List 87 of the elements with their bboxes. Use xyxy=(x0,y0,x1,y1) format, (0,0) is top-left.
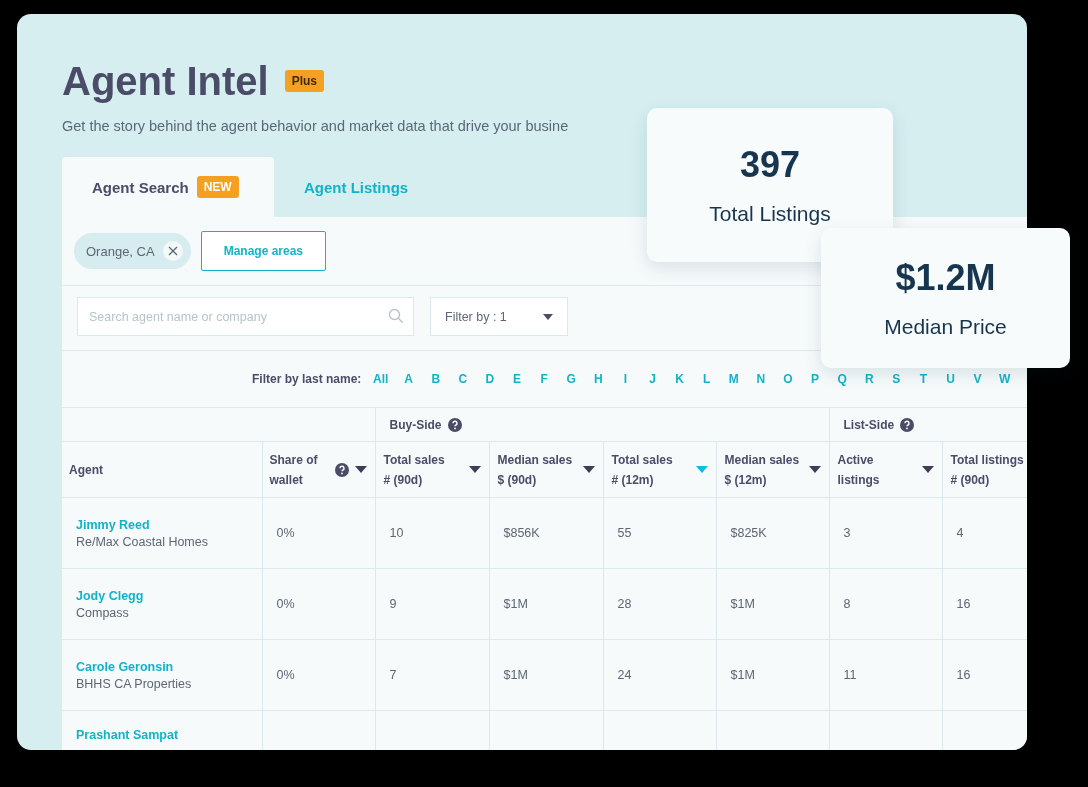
table-cell: 28 xyxy=(617,597,632,611)
column-header: Median sales $ (90d) xyxy=(497,451,573,489)
letter-link[interactable]: All xyxy=(372,372,389,386)
table-cell: 0% xyxy=(276,668,295,682)
letter-link[interactable]: C xyxy=(456,372,470,386)
letter-link[interactable]: R xyxy=(862,372,876,386)
table-cell: 4 xyxy=(956,526,964,540)
table-cell: 16 xyxy=(956,597,971,611)
table-cell: 11 xyxy=(843,668,857,682)
sort-caret-icon[interactable] xyxy=(468,466,481,473)
letter-link[interactable]: P xyxy=(808,372,822,386)
table-cell: 0% xyxy=(276,526,295,540)
letter-link[interactable]: G xyxy=(564,372,578,386)
plan-badge: Plus xyxy=(284,70,324,92)
sort-caret-icon[interactable] xyxy=(354,466,367,473)
letter-link[interactable]: Q xyxy=(835,372,849,386)
sort-caret-icon[interactable] xyxy=(921,466,934,473)
column-header: Total listings # (90d) xyxy=(950,451,1024,489)
table-cell: 8 xyxy=(843,597,851,611)
column-header: Agent xyxy=(69,461,103,479)
new-badge: NEW xyxy=(196,176,239,198)
table-cell: $1M xyxy=(503,597,528,611)
agent-name-link[interactable]: Jody Clegg xyxy=(76,588,254,603)
letter-link[interactable]: U xyxy=(943,372,958,386)
letter-link[interactable]: L xyxy=(699,372,714,386)
tab[interactable]: Agent Search NEW xyxy=(62,157,274,217)
column-header: Total sales # (12m) xyxy=(611,451,673,489)
table-cell: $1M xyxy=(730,668,755,682)
stat-value: $1.2M xyxy=(895,257,996,299)
page-subtitle: Get the story behind the agent behavior and market data that drive your busine xyxy=(62,118,570,134)
stat-value: 397 xyxy=(739,144,801,186)
page-title: Agent Intel xyxy=(62,58,269,104)
help-icon[interactable] xyxy=(334,462,349,477)
group-header: Buy-Side xyxy=(389,417,442,432)
column-header: Active listings xyxy=(837,451,880,489)
column-header: Total sales # (90d) xyxy=(383,451,445,489)
agent-name-link[interactable]: Carole Geronsin xyxy=(76,659,254,674)
letter-link[interactable]: F xyxy=(537,372,551,386)
letter-link[interactable]: S xyxy=(889,372,904,386)
table-cell: 24 xyxy=(617,668,632,682)
search-icon xyxy=(388,308,404,324)
help-icon[interactable] xyxy=(447,417,462,432)
letter-link[interactable]: K xyxy=(672,372,687,386)
table-cell: $1M xyxy=(730,597,755,611)
area-chip[interactable]: Orange, CA xyxy=(74,233,191,269)
stat-label: Median Price xyxy=(884,315,1007,339)
table-cell: 9 xyxy=(389,597,397,611)
letter-link[interactable]: B xyxy=(429,372,443,386)
table-cell: $856K xyxy=(503,526,540,540)
letter-link[interactable]: O xyxy=(781,372,795,386)
letter-link[interactable]: M xyxy=(727,372,741,386)
letter-link[interactable]: E xyxy=(510,372,524,386)
agent-company: BHHS CA Properties xyxy=(76,676,193,691)
filter-dropdown[interactable]: Filter by : 1 xyxy=(430,297,568,336)
close-icon[interactable] xyxy=(162,241,183,261)
letter-link[interactable]: W xyxy=(997,372,1012,386)
sort-caret-icon[interactable] xyxy=(582,466,595,473)
letter-link[interactable]: A xyxy=(401,372,416,386)
filter-label: Filter by last name: xyxy=(252,372,362,386)
sort-caret-icon[interactable] xyxy=(808,466,821,473)
table-cell: 7 xyxy=(389,668,397,682)
letter-link[interactable]: T xyxy=(916,372,931,386)
search-field[interactable]: Search agent name or company xyxy=(77,297,414,336)
manage-areas-button[interactable]: Manage areas xyxy=(200,231,327,271)
table-cell: 16 xyxy=(956,668,971,682)
column-header: Share of wallet xyxy=(269,451,318,489)
column-header: Median sales $ (12m) xyxy=(724,451,800,489)
table-cell: 0% xyxy=(276,597,295,611)
table-cell: $1M xyxy=(503,668,528,682)
letter-link[interactable]: D xyxy=(483,372,497,386)
letter-link[interactable]: V xyxy=(970,372,985,386)
group-header: List-Side xyxy=(843,417,895,432)
agent-name-link[interactable]: Jimmy Reed xyxy=(76,517,254,532)
letter-link[interactable]: J xyxy=(645,372,660,386)
letter-link[interactable]: I xyxy=(618,372,633,386)
letter-link[interactable]: N xyxy=(754,372,768,386)
table-cell: 10 xyxy=(389,526,404,540)
help-icon[interactable] xyxy=(900,417,915,432)
stat-label: Total Listings xyxy=(709,202,831,226)
table-cell: $825K xyxy=(730,526,767,540)
table-cell: 3 xyxy=(843,526,851,540)
table-cell: 55 xyxy=(617,526,632,540)
letter-link[interactable]: H xyxy=(591,372,606,386)
tab[interactable]: Agent Listings xyxy=(274,157,439,217)
agent-company: Re/Max Coastal Homes xyxy=(76,534,209,549)
agent-company: Compass xyxy=(76,605,130,620)
caret-icon xyxy=(543,313,553,320)
